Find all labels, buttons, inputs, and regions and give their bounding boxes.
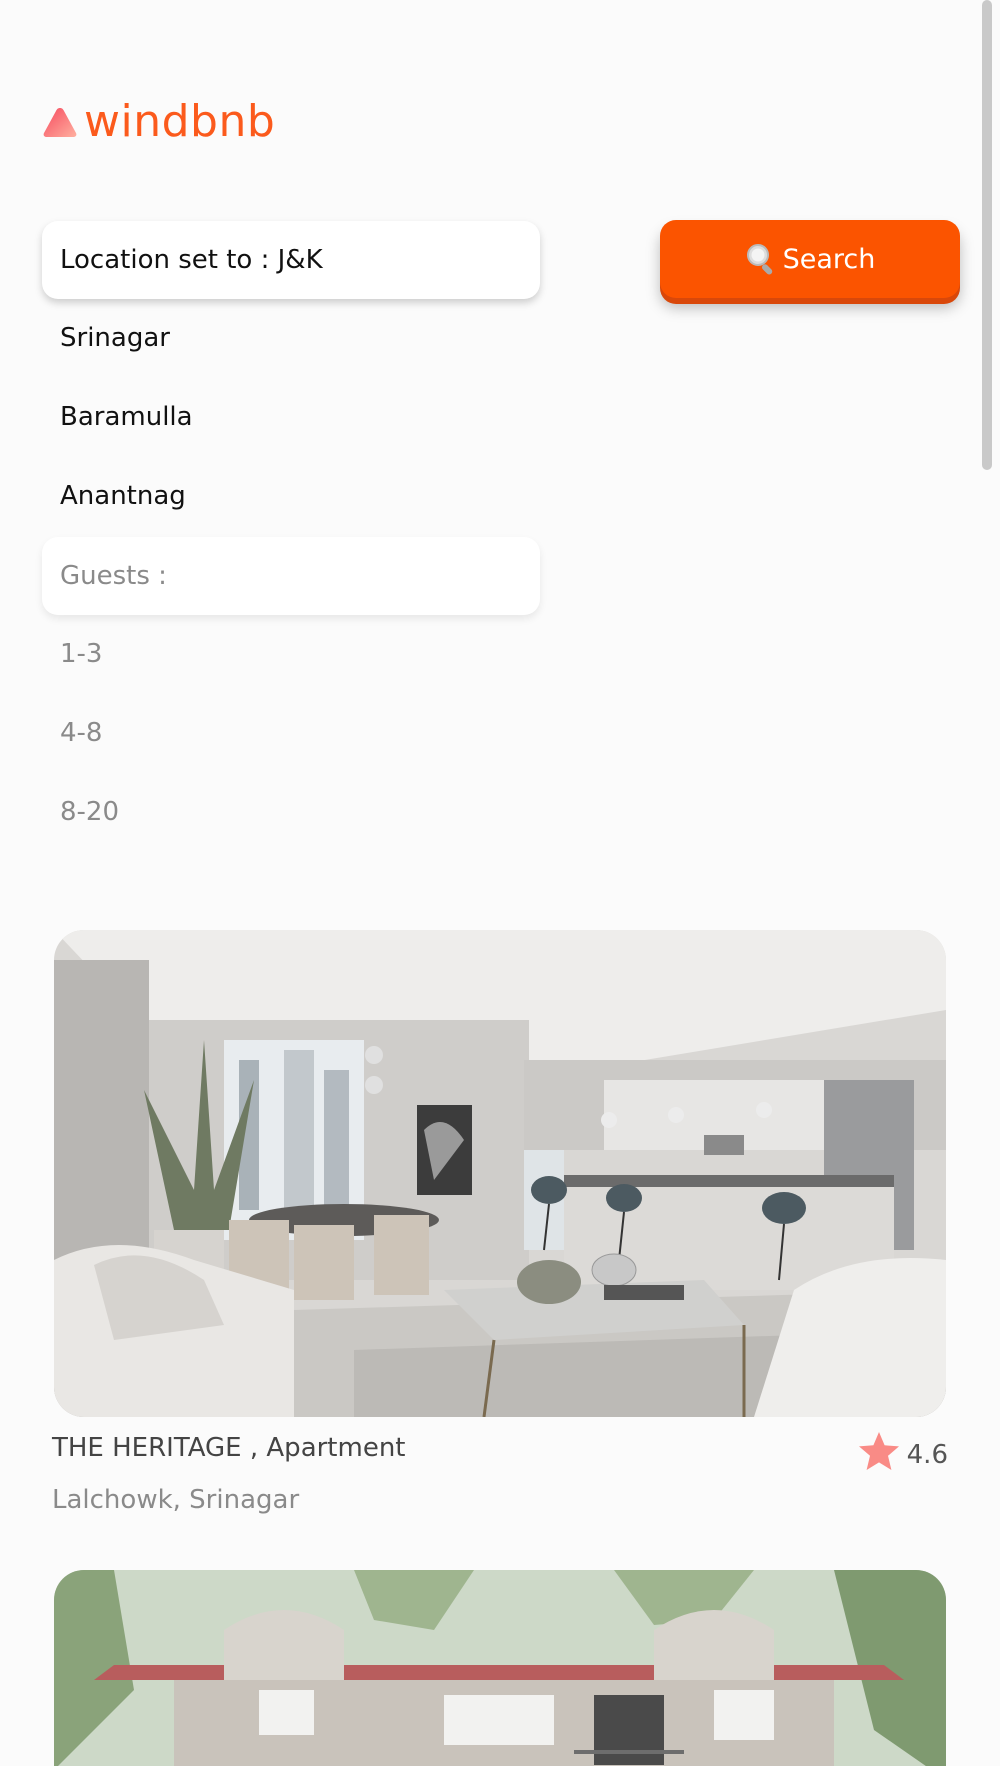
- star-icon: [858, 1432, 899, 1470]
- location-field[interactable]: Location set to : J&K: [42, 221, 540, 299]
- location-option-baramulla[interactable]: Baramulla: [60, 402, 193, 432]
- guest-option-8-20[interactable]: 8-20: [60, 797, 119, 827]
- logo-text: windbnb: [84, 96, 276, 147]
- living-room-kitchen-photo: [54, 930, 946, 1417]
- search-button[interactable]: Search: [660, 220, 960, 298]
- listing-image[interactable]: [54, 1570, 946, 1766]
- listing-location: Lalchowk, Srinagar: [52, 1485, 300, 1515]
- house-exterior-photo: [54, 1570, 946, 1766]
- location-field-label: Location set to : J&K: [60, 245, 323, 275]
- location-option-srinagar[interactable]: Srinagar: [60, 323, 170, 353]
- page: windbnb Location set to : J&K Srinagar B…: [0, 0, 1000, 1766]
- guest-option-4-8[interactable]: 4-8: [60, 718, 102, 748]
- guests-field[interactable]: Guests :: [42, 537, 540, 615]
- logo-mark-icon: [43, 108, 77, 137]
- logo[interactable]: windbnb: [42, 100, 275, 144]
- guest-option-1-3[interactable]: 1-3: [60, 639, 102, 669]
- listing-rating: 4.6: [857, 1430, 948, 1472]
- magnifier-icon: [746, 244, 772, 275]
- listing-image[interactable]: [54, 930, 946, 1417]
- guests-field-label: Guests :: [60, 561, 167, 591]
- search-button-label: Search: [782, 243, 876, 275]
- location-option-anantnag[interactable]: Anantnag: [60, 481, 186, 511]
- rating-value: 4.6: [906, 1440, 948, 1470]
- listing-title[interactable]: THE HERITAGE , Apartment: [52, 1433, 406, 1463]
- vertical-scrollbar[interactable]: [982, 0, 992, 470]
